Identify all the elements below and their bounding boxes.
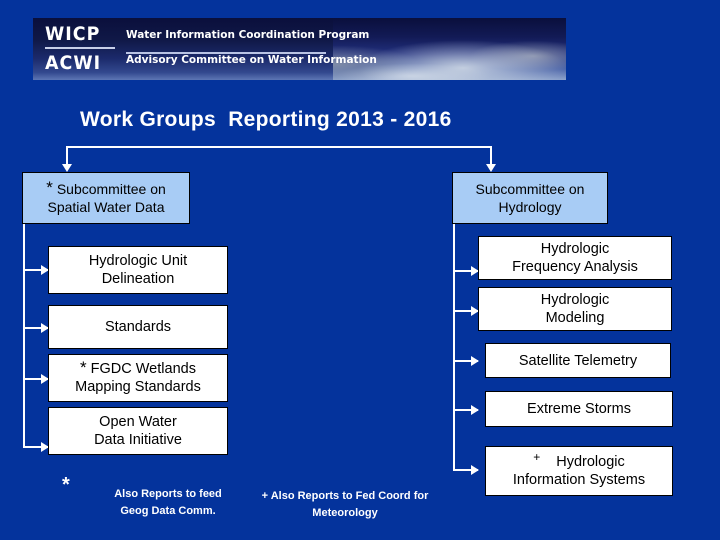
banner-program-name: Water Information Coordination Program bbox=[126, 29, 370, 41]
box-label-hydrologic-information-systems: + Hydrologic Information Systems bbox=[512, 450, 646, 488]
logo-divider bbox=[45, 47, 115, 49]
wicp-acwi-logo: WICP ACWI bbox=[45, 23, 115, 74]
left-column-trunk bbox=[23, 224, 25, 448]
box-open-water-data-initiative[interactable]: Open Water Data Initiative bbox=[48, 407, 228, 455]
footnote-marker-star-fgdc: * bbox=[80, 358, 87, 377]
footnote-marker-star: * bbox=[46, 178, 53, 197]
arrow-down-to-spatial-water-data bbox=[62, 164, 72, 172]
arrow-right-hydrologic-information-systems bbox=[471, 465, 479, 475]
box-satellite-telemetry[interactable]: Satellite Telemetry bbox=[485, 343, 671, 378]
footnote-plus-text: + Also Reports to Fed Coord for Meteorol… bbox=[261, 490, 429, 519]
box-standards[interactable]: Standards bbox=[48, 305, 228, 349]
box-label-fgdc-wetlands: * FGDC Wetlands Mapping Standards bbox=[75, 358, 201, 395]
footnote-marker-plus: + bbox=[533, 450, 541, 464]
box-hydrologic-modeling[interactable]: Hydrologic Modeling bbox=[478, 287, 672, 331]
top-connector-horizontal bbox=[66, 146, 492, 148]
banner-titles: Water Information Coordination Program A… bbox=[126, 25, 377, 70]
acwi-logo-text: ACWI bbox=[45, 52, 102, 74]
box-hydrologic-frequency-analysis[interactable]: Hydrologic Frequency Analysis bbox=[478, 236, 672, 280]
arrow-down-to-hydrology bbox=[486, 164, 496, 172]
box-fgdc-wetlands-mapping-standards[interactable]: * FGDC Wetlands Mapping Standards bbox=[48, 354, 228, 402]
header-box-hydrology[interactable]: Subcommittee on Hydrology bbox=[452, 172, 608, 224]
arrow-right-extreme-storms bbox=[471, 405, 479, 415]
top-connector-left-stem bbox=[66, 146, 68, 166]
box-hydrologic-unit-delineation[interactable]: Hydrologic Unit Delineation bbox=[48, 246, 228, 294]
box-hydrologic-information-systems[interactable]: + Hydrologic Information Systems bbox=[485, 446, 673, 496]
footnote-star-text: Also Reports to feed Geog Data Comm. bbox=[114, 488, 222, 517]
banner-divider bbox=[126, 52, 326, 54]
slide-title: Work Groups Reporting 2013 - 2016 bbox=[80, 108, 452, 131]
right-column-trunk bbox=[453, 224, 455, 471]
acwi-banner: WICP ACWI Water Information Coordination… bbox=[33, 18, 566, 80]
header-box-spatial-water-data[interactable]: * Subcommittee on Spatial Water Data bbox=[22, 172, 190, 224]
box-extreme-storms[interactable]: Extreme Storms bbox=[485, 391, 673, 427]
arrow-right-satellite-telemetry bbox=[471, 356, 479, 366]
top-connector-right-stem bbox=[490, 146, 492, 166]
slide-canvas: WICP ACWI Water Information Coordination… bbox=[0, 0, 720, 540]
wicp-logo-text: WICP bbox=[45, 23, 101, 45]
header-label-spatial-water-data: * Subcommittee on Spatial Water Data bbox=[46, 178, 166, 215]
